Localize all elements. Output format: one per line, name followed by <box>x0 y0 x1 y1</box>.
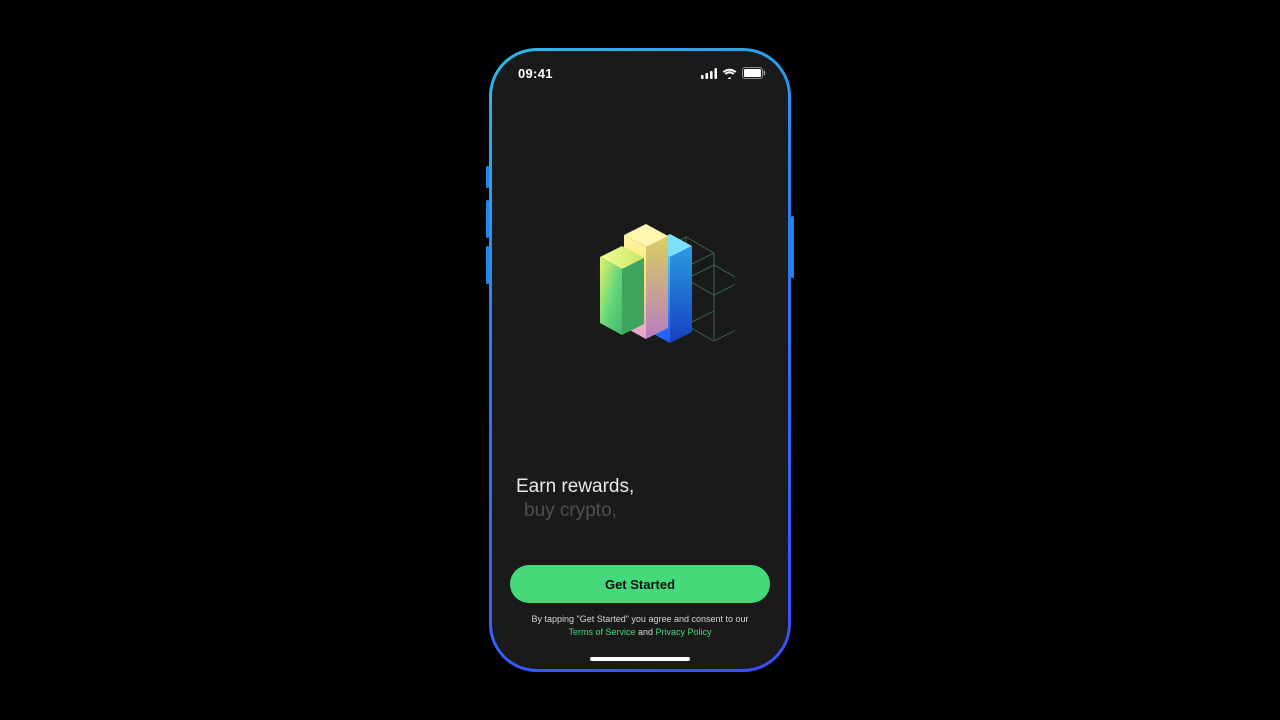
terms-of-service-link[interactable]: Terms of Service <box>568 627 635 637</box>
onboarding-text: Earn rewards, buy crypto, <box>492 475 788 523</box>
consent-joiner: and <box>635 627 655 637</box>
wifi-icon <box>722 68 737 79</box>
phone-side-button-power <box>791 216 794 278</box>
battery-icon <box>742 67 766 79</box>
status-time: 09:41 <box>518 66 553 81</box>
home-indicator[interactable] <box>590 657 690 661</box>
hero-illustration <box>492 95 788 475</box>
phone-frame: 09:41 <box>489 48 791 672</box>
cellular-icon <box>701 68 717 79</box>
bar-chart-3d-icon <box>545 205 735 365</box>
cta-zone: Get Started By tapping "Get Started" you… <box>492 565 788 657</box>
screen: 09:41 <box>492 51 788 669</box>
privacy-policy-link[interactable]: Privacy Policy <box>656 627 712 637</box>
headline-text: Earn rewards, <box>516 475 764 499</box>
consent-prefix: By tapping "Get Started" you agree and c… <box>531 614 748 624</box>
status-icons <box>701 67 766 79</box>
phone-side-button-silence <box>486 166 489 188</box>
phone-side-button-volume-up <box>486 200 489 238</box>
phone-side-button-volume-down <box>486 246 489 284</box>
status-bar: 09:41 <box>492 51 788 95</box>
subline-text: buy crypto, <box>524 499 764 523</box>
get-started-button[interactable]: Get Started <box>510 565 770 603</box>
consent-text: By tapping "Get Started" you agree and c… <box>510 613 770 639</box>
